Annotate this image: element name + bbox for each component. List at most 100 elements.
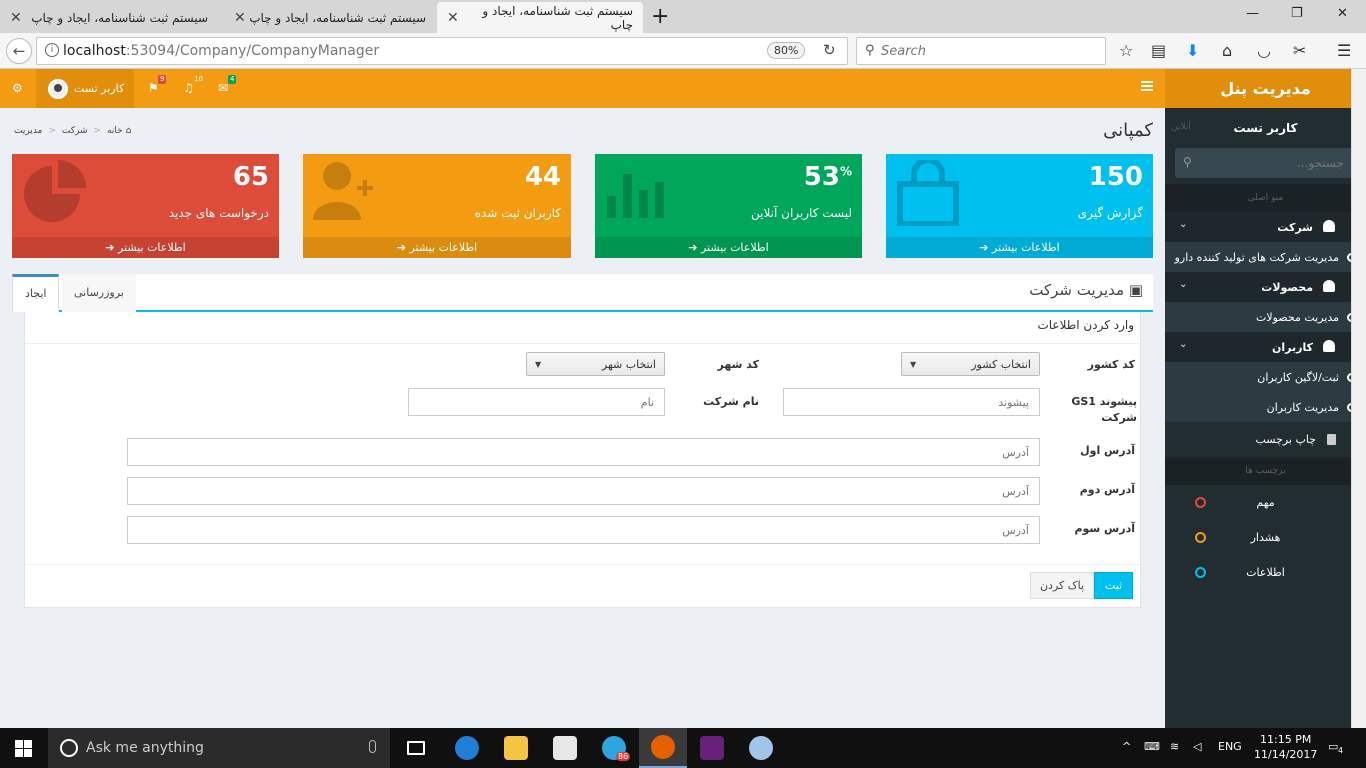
browser-tab-active[interactable]: سیستم ثبت شناسنامه، ایجاد و چاپ ✕ [437,2,643,33]
address2-input[interactable] [127,477,1040,505]
inbox-icon: ▣ [1128,281,1143,299]
cortana-search[interactable]: Ask me anything [48,728,390,768]
search-icon[interactable]: ⚲ [1183,155,1192,169]
sidebar-item-print-label[interactable]: چاپ برچسب [1165,422,1366,457]
sidebar-item-label: کاربران [1272,340,1313,354]
city-select[interactable]: انتخاب شهر ▼ [526,352,665,376]
pocket-icon[interactable]: ◡ [1257,41,1271,60]
address-bar[interactable]: i localhost:53094/Company/CompanyManager… [36,37,848,65]
reload-icon[interactable]: ↻ [823,41,836,59]
close-icon[interactable]: ✕ [234,10,246,26]
close-icon[interactable]: ✕ [447,10,459,26]
address3-input[interactable] [127,516,1040,544]
download-icon[interactable]: ⬇ [1186,41,1199,60]
chevron-up-icon[interactable]: ^ [1122,740,1131,753]
company-name-label: نام شرکت [703,395,759,408]
firefox-icon[interactable] [639,728,687,768]
more-info-link[interactable]: اطلاعات بیشتر ➔ [303,237,571,258]
browser-search-input[interactable] [881,41,1101,61]
maximize-icon[interactable]: ❐ [1291,6,1303,21]
telegram-icon[interactable]: 86 [590,728,638,768]
screenshot-icon[interactable]: ✂ [1293,41,1306,60]
bookmark-star-icon[interactable]: ☆ [1119,41,1133,60]
stat-number: 150 [1088,162,1143,192]
search-icon: ⚲ [865,43,875,58]
sidebar-item-label: محصولات [1261,280,1313,294]
sidebar-item-products[interactable]: محصولات ⌄ [1165,272,1366,302]
country-select[interactable]: انتخاب کشور ▼ [901,352,1040,376]
mail-icon[interactable]: ✉ [218,81,228,95]
bell-badge: 10 [192,75,205,84]
sidebar-label-warning[interactable]: هشدار [1165,520,1366,555]
sidebar-label-info[interactable]: اطلاعات [1165,555,1366,590]
gs1-prefix-input[interactable] [783,388,1040,416]
sidebar-label-important[interactable]: مهم [1165,485,1366,520]
sidebar-search[interactable]: ⚲ [1175,148,1354,178]
window-close-icon[interactable]: ✕ [1337,6,1348,21]
sidebar-toggle-icon[interactable] [1141,81,1153,91]
submit-button[interactable]: ثبت [1094,572,1133,599]
language-indicator[interactable]: ENG [1218,740,1242,753]
more-info-link[interactable]: اطلاعات بیشتر ➔ [12,237,279,258]
close-icon[interactable]: ✕ [10,10,22,26]
tab-update[interactable]: بروزرسانی [62,274,136,312]
info-icon[interactable]: i [45,43,59,57]
stat-label: گزارش گیری [1077,206,1143,220]
menu-icon[interactable]: ☰ [1337,41,1351,60]
taskbar-clock[interactable]: 11:15 PM 11/14/2017 [1254,732,1317,762]
form-title: وارد کردن اطلاعات [1037,318,1134,332]
stat-box-new-requests: 65 درخواست های جدید اطلاعات بیشتر ➔ [12,154,279,258]
breadcrumb-company[interactable]: شرکت [62,126,88,136]
paint-icon[interactable] [737,728,785,768]
sidebar-search-input[interactable] [1175,148,1354,178]
main-menu-header: منو اصلی [1165,184,1366,212]
microphone-icon[interactable] [369,740,376,753]
file-explorer-icon[interactable] [492,728,540,768]
sidebar-brand[interactable]: مدیریت پنل [1165,69,1366,108]
wifi-icon[interactable]: ≋ [1170,740,1179,753]
settings-cogs-icon[interactable]: ⚙ [12,81,23,95]
more-info-link[interactable]: اطلاعات بیشتر ➔ [886,237,1153,258]
stat-box-registered-users: 44 کاربران ثبت شده اطلاعات بیشتر ➔ [303,154,571,258]
sidebar-item-company[interactable]: شرکت ⌄ [1165,212,1366,242]
browser-search-box[interactable]: ⚲ [856,37,1106,65]
more-info-text: اطلاعات بیشتر [409,241,478,254]
sidebar-subitem-products-manager[interactable]: مدیریت محصولات [1165,302,1366,332]
dashboard-icon [1323,220,1335,232]
address1-label: آدرس اول [1080,444,1135,457]
tab-create[interactable]: ایجاد [12,274,60,312]
edge-icon[interactable] [443,728,491,768]
clear-button[interactable]: پاک کردن [1030,572,1094,599]
minimize-icon[interactable]: — [1246,6,1259,21]
telegram-badge: 86 [616,752,631,761]
sidebar-subitem-label: مدیریت شرکت های تولید کننده دارو [1174,250,1339,264]
address1-input[interactable] [127,438,1040,466]
store-icon[interactable] [541,728,589,768]
company-name-input[interactable] [408,388,665,416]
task-view-icon[interactable] [392,728,440,768]
breadcrumb-home[interactable]: ⌂ خانه [107,126,131,136]
stat-value: 53% [804,162,852,192]
windows-start-icon[interactable] [15,740,32,757]
visual-studio-icon[interactable] [688,728,736,768]
sidebar-item-users[interactable]: کاربران ⌄ [1165,332,1366,362]
browser-tab-2[interactable]: سیستم ثبت شناسنامه، ایجاد و چاپ ✕ [224,2,436,33]
more-info-link[interactable]: اطلاعات بیشتر ➔ [595,237,862,258]
notification-icon[interactable]: ▭ [1328,740,1338,753]
page-scrollbar[interactable] [1351,69,1366,728]
company-form: وارد کردن اطلاعات کد کشور انتخاب کشور ▼ … [24,312,1141,608]
breadcrumb-manage: مدیریت [14,126,43,136]
sidebar-subitem-users-manager[interactable]: مدیریت کاربران [1165,392,1366,422]
volume-icon[interactable]: ◁ [1193,740,1201,753]
input-icon[interactable]: ⌨ [1144,740,1160,753]
new-tab-icon[interactable]: + [651,4,669,29]
reading-list-icon[interactable]: ▤ [1151,41,1166,60]
browser-tab-1[interactable]: سیستم ثبت شناسنامه، ایجاد و چاپ ✕ [0,2,218,33]
home-icon[interactable]: ⌂ [1222,41,1232,60]
sidebar-subitem-company-manager[interactable]: مدیریت شرکت های تولید کننده دارو [1165,242,1366,272]
sidebar-subitem-register-login[interactable]: ثبت/لاگین کاربران [1165,362,1366,392]
back-arrow-icon[interactable]: ← [6,38,32,64]
user-menu[interactable]: کاربر تست [36,69,134,108]
flag-icon[interactable]: ⚑ [148,81,159,95]
zoom-indicator[interactable]: 80% [767,42,806,59]
